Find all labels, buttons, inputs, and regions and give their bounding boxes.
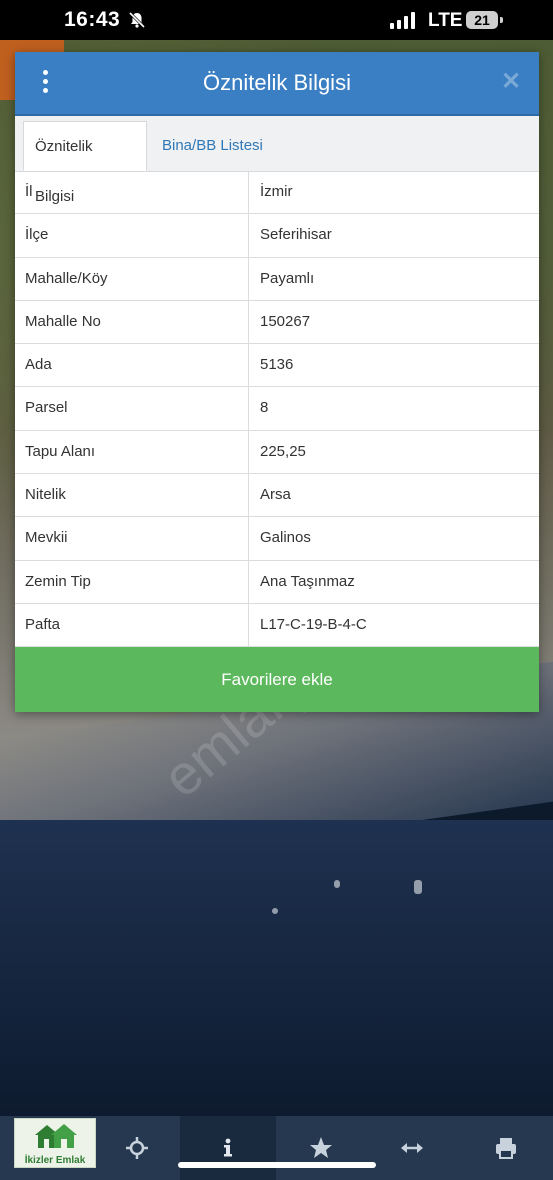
table-row: Pafta L17-C-19-B-4-C [15,603,539,648]
more-vertical-icon[interactable] [39,70,51,96]
row-value: Galinos [260,529,311,547]
star-icon[interactable] [307,1134,335,1162]
boat-marker [334,880,340,888]
row-key: Mahalle/Köy [15,257,249,300]
table-row: Tapu Alanı 225,25 [15,430,539,475]
house-icon [35,1124,77,1148]
row-key: İl [15,171,249,214]
dialog-header: Öznitelik Bilgisi ✕ [15,52,539,116]
table-row: İlçe Seferihisar [15,214,539,258]
row-key: Tapu Alanı [15,430,249,474]
table-row: Nitelik Arsa [15,474,539,518]
tab-building-list[interactable]: Bina/BB Listesi [151,121,274,171]
row-value: 150267 [260,312,311,330]
table-row: Zemin Tip Ana Taşınmaz [15,560,539,604]
row-value: L17-C-19-B-4-C [260,615,367,633]
add-favorite-button[interactable]: Favorilere ekle [15,647,539,712]
boat-marker [272,908,278,914]
row-value: 5136 [260,356,294,374]
row-value: 8 [260,399,269,417]
arrows-horizontal-icon[interactable] [398,1134,426,1162]
attribute-dialog: Öznitelik Bilgisi ✕ Öznitelik Bilgisi Bi… [15,52,539,712]
row-key: İlçe [15,214,249,257]
row-value: İzmir [260,183,293,200]
row-key: Mahalle No [15,300,249,344]
row-key: Zemin Tip [15,560,249,603]
row-key: Parsel [15,387,249,430]
tab-attribute-info[interactable]: Öznitelik Bilgisi [23,121,147,205]
row-value: Ana Taşınmaz [260,572,355,590]
table-row: Parsel 8 [15,387,539,431]
tab-bar: Öznitelik Bilgisi Bina/BB Listesi [15,116,539,205]
table-row: Mahalle/Köy Payamlı [15,257,539,301]
close-icon[interactable]: ✕ [499,68,523,96]
table-row: Mahalle No 150267 [15,300,539,345]
row-key: Pafta [15,603,249,647]
signal-icon [390,12,415,29]
info-icon[interactable] [214,1134,242,1162]
company-logo: İkizler Emlak [14,1118,96,1168]
dialog-title: Öznitelik Bilgisi [203,70,351,95]
print-icon[interactable] [492,1134,520,1162]
status-time: 16:43 [64,8,121,31]
row-value: Arsa [260,486,291,504]
home-indicator[interactable] [178,1162,376,1168]
row-value: Payamlı [260,269,315,287]
boat-marker [414,880,422,894]
table-row: Ada 5136 [15,344,539,388]
table-row: Mevkii Galinos [15,517,539,561]
battery-icon: 21 [466,11,498,29]
row-key: Mevkii [15,517,249,560]
map-sea [0,820,553,1120]
table-row: İl İzmir [15,171,539,215]
bell-muted-icon [128,11,146,29]
network-type: LTE [428,10,463,31]
attribute-table: İl İzmir İlçe Seferihisar Mahalle/Köy Pa… [15,171,539,648]
status-bar: 16:43 LTE 21 [0,0,553,40]
row-value: 225,25 [260,442,306,460]
row-key: Ada [15,344,249,387]
row-value: Seferihisar [260,226,332,244]
battery-cap [500,17,503,23]
crosshair-icon[interactable] [123,1134,151,1162]
logo-text: İkizler Emlak [24,1155,86,1166]
row-key: Nitelik [15,474,249,517]
